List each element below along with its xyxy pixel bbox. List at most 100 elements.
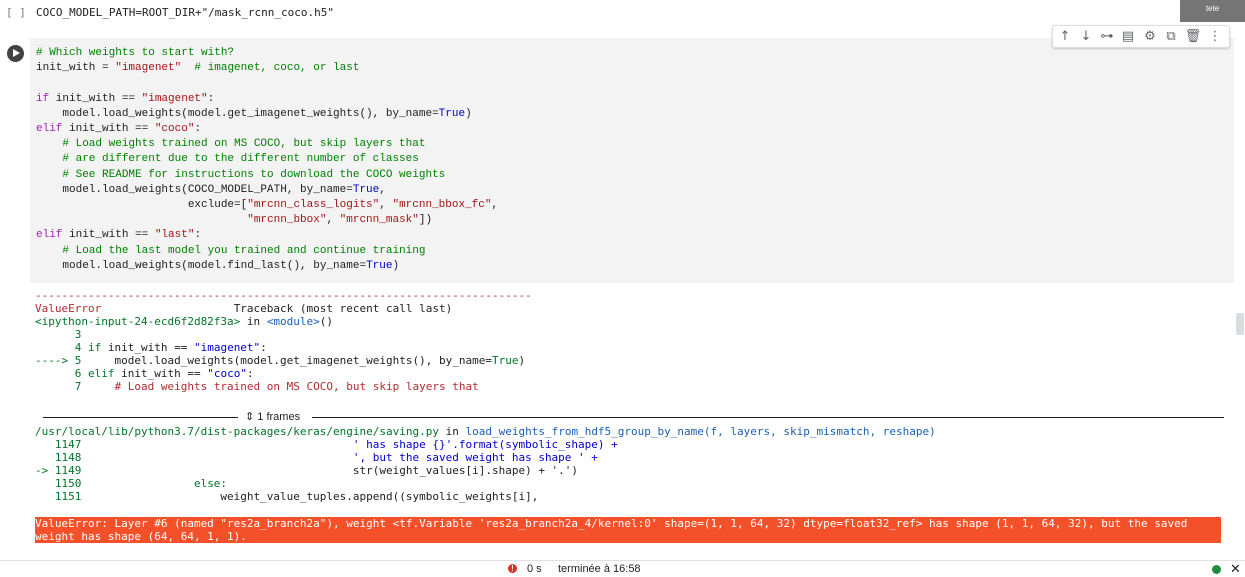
code-token: "coco" — [207, 367, 247, 380]
traceback-line: ----> 5 model.load_weights(model.get_ima… — [35, 354, 525, 367]
frames-label: 1 frames — [257, 411, 301, 423]
code-token: init_with == — [62, 229, 155, 242]
code-token: elif — [36, 123, 63, 136]
code-token: init_with == — [49, 92, 142, 105]
frame-location: /usr/local/lib/python3.7/dist-packages/k… — [35, 425, 936, 438]
code-token: "last" — [154, 229, 195, 242]
code-token: : — [194, 123, 202, 136]
line-number: -> 1149 — [35, 464, 82, 477]
code-token: if — [36, 92, 50, 105]
previous-cell[interactable]: [ ] COCO_MODEL_PATH=ROOT_DIR+"/mask_rcnn… — [0, 0, 1180, 26]
traceback-line: 1147 ' has shape {}'.format(symbolic_sha… — [35, 438, 618, 451]
code-token: "mrcnn_bbox" — [247, 214, 327, 227]
traceback-line: 6 elif init_with == "coco": — [35, 367, 254, 380]
frames-row: ⇕ 1 frames — [35, 410, 1225, 424]
code-token: elif — [87, 367, 115, 380]
code-token: "imagenet" — [141, 92, 208, 105]
code-token: ) — [392, 259, 400, 272]
module-paren: () — [319, 315, 334, 328]
code-token: # Load weights trained on MS COCO, but s… — [87, 380, 479, 393]
code-token: : — [246, 367, 254, 380]
close-icon[interactable]: ✕ — [1230, 561, 1241, 577]
error-name: ValueError — [35, 302, 102, 315]
user-tab-label: tete — [1205, 4, 1220, 13]
code-token: init_with == — [101, 341, 194, 354]
code-line: # See README for instructions to downloa… — [36, 168, 446, 181]
chevron-updown-icon: ⇕ — [245, 411, 258, 423]
error-status-icon[interactable]: ! — [508, 564, 517, 573]
traceback-line: 7 # Load weights trained on MS COCO, but… — [35, 380, 479, 393]
code-token: model.load_weights(model.get_imagenet_we… — [81, 354, 492, 367]
delete-icon[interactable]: 🗑 — [1184, 28, 1202, 45]
code-token: True — [366, 259, 393, 272]
connection-status-icon[interactable] — [1212, 565, 1221, 574]
line-number: 1148 — [35, 451, 82, 464]
code-token: str(weight_values[i].shape) + '.') — [81, 464, 579, 477]
code-token: True — [438, 107, 466, 120]
function-link[interactable]: load_weights_from_hdf5_group_by_name(f, … — [465, 425, 935, 438]
code-token: True — [491, 354, 519, 367]
code-token: "mrcnn_class_logits" — [247, 199, 380, 212]
comment-icon[interactable]: ▤ — [1119, 28, 1137, 45]
code-token: ' has shape {}'.format(symbolic_shape) + — [81, 438, 618, 451]
code-token: : — [207, 92, 215, 105]
frames-toggle[interactable]: ⇕ 1 frames — [245, 410, 300, 423]
code-token: init_with == — [114, 367, 208, 380]
code-token: elif — [36, 229, 63, 242]
code-token: "imagenet" — [115, 62, 182, 75]
line-number: 1150 — [35, 477, 82, 490]
input-reference: <ipython-input-24-ecd6f2d82f3a> — [35, 315, 241, 328]
status-bar: ! 0 s terminée à 16:58 ✕ — [0, 560, 1245, 577]
arrow-up-icon[interactable]: ↑ — [1056, 28, 1074, 45]
code-token: model.load_weights(model.get_imagenet_we… — [36, 107, 439, 120]
line-number: 1151 — [35, 490, 82, 503]
execution-status: terminée à 16:58 — [558, 563, 641, 575]
code-token: else: — [81, 477, 228, 490]
in-word: in — [240, 315, 267, 328]
module-link[interactable]: <module> — [267, 315, 320, 328]
code-token: weight_value_tuples.append((symbolic_wei… — [81, 490, 539, 503]
scrollbar-thumb[interactable] — [1236, 313, 1244, 335]
gear-icon[interactable]: ⚙ — [1141, 28, 1159, 45]
mirror-icon[interactable]: ⧉ — [1162, 28, 1180, 45]
code-editor-text[interactable]: # Which weights to start with? init_with… — [36, 46, 498, 274]
code-token: : — [260, 341, 267, 354]
run-cell-button[interactable] — [7, 45, 24, 62]
traceback-location: <ipython-input-24-ecd6f2d82f3a> in <modu… — [35, 315, 333, 328]
code-token: "mrcnn_mask" — [339, 214, 419, 227]
more-icon[interactable]: ⋮ — [1206, 28, 1224, 45]
code-line: # Load weights trained on MS COCO, but s… — [36, 138, 426, 151]
code-token: model.load_weights(model.find_last(), by… — [36, 259, 367, 272]
code-token: : — [194, 229, 202, 242]
code-line: # are different due to the different num… — [36, 153, 419, 166]
code-line: init_with = — [36, 62, 116, 75]
link-icon[interactable]: ⊶ — [1098, 28, 1116, 45]
line-number: 4 — [35, 341, 88, 354]
code-token: "mrcnn_bbox_fc" — [392, 199, 492, 212]
code-token: ]) — [418, 214, 433, 227]
code-token: # imagenet, coco, or last — [181, 62, 360, 75]
error-message: ValueError: Layer #6 (named "res2a_branc… — [35, 517, 1221, 543]
code-token: ', but the saved weight has shape ' + — [81, 451, 598, 464]
cell-toolbar: ↑ ↓ ⊶ ▤ ⚙ ⧉ 🗑 ⋮ — [1052, 25, 1230, 48]
execution-time: 0 s — [527, 563, 542, 575]
code-token: , — [379, 183, 386, 196]
code-token: ) — [465, 107, 472, 120]
code-token: ) — [518, 354, 526, 367]
previous-cell-code[interactable]: COCO_MODEL_PATH=ROOT_DIR+"/mask_rcnn_coc… — [36, 6, 334, 19]
code-line: # Load the last model you trained and co… — [36, 244, 426, 257]
code-token: , — [491, 199, 499, 212]
line-number: 6 — [35, 367, 88, 380]
code-token: True — [352, 183, 380, 196]
code-token: if — [87, 341, 102, 354]
file-path[interactable]: /usr/local/lib/python3.7/dist-packages/k… — [35, 425, 439, 438]
cell-execution-bracket[interactable]: [ ] — [6, 6, 26, 19]
code-token: "imagenet" — [193, 341, 261, 354]
traceback-line: 1150 else: — [35, 477, 227, 490]
arrow-down-icon[interactable]: ↓ — [1077, 28, 1095, 45]
line-number: ----> 5 — [35, 354, 82, 367]
code-token: model.load_weights(COCO_MODEL_PATH, by_n… — [36, 183, 353, 196]
traceback-line: -> 1149 str(weight_values[i].shape) + '.… — [35, 464, 578, 477]
in-word: in — [438, 425, 466, 438]
user-tab[interactable]: tete — [1180, 0, 1245, 22]
